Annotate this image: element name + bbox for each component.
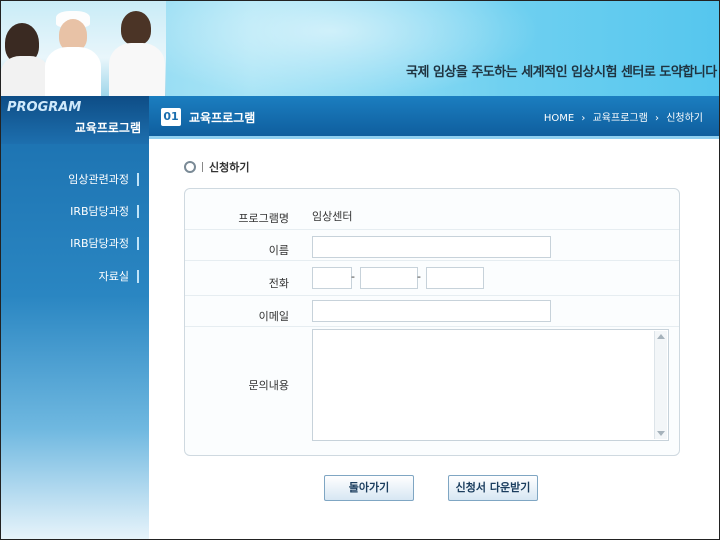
header-photo xyxy=(1,1,166,96)
textarea-scrollbar[interactable] xyxy=(654,331,667,439)
breadcrumb-program[interactable]: 교육프로그램 xyxy=(593,113,648,124)
header-slogan: 국제 임상을 주도하는 세계적인 임상시험 센터로 도약합니다 xyxy=(406,65,717,80)
scroll-up-icon[interactable] xyxy=(657,334,665,339)
circle-bullet-icon xyxy=(184,161,196,173)
sidebar-item-bar xyxy=(137,172,139,186)
program-value: 임상센터 xyxy=(312,210,353,223)
page-frame: 국제 임상을 주도하는 세계적인 임상시험 센터로 도약합니다 PROGRAM … xyxy=(0,0,720,540)
sidebar-item-bar xyxy=(137,269,139,283)
content-title: 교육프로그램 xyxy=(189,111,256,125)
form-row-program: 프로그램명 임상센터 xyxy=(185,189,679,230)
section-heading: 신청하기 xyxy=(184,159,249,175)
phone-input-1[interactable] xyxy=(312,267,352,289)
sidebar-item-label: IRB담당과정 xyxy=(70,237,129,250)
header-banner: 국제 임상을 주도하는 세계적인 임상시험 센터로 도약합니다 xyxy=(1,1,719,96)
form-row-name: 이름 xyxy=(185,230,679,261)
sidebar-item-label: 임상관련과정 xyxy=(68,173,129,186)
program-label: 프로그램명 xyxy=(238,212,289,225)
inquiry-textarea[interactable] xyxy=(312,329,669,441)
heading-divider xyxy=(202,162,203,172)
inquiry-label: 문의내용 xyxy=(248,379,289,392)
name-label: 이름 xyxy=(268,244,289,257)
sidebar-item-irb-course-1[interactable]: IRB담당과정 xyxy=(70,203,139,219)
sidebar-header: PROGRAM 교육프로그램 xyxy=(1,96,149,144)
person-body xyxy=(1,56,49,96)
sidebar-item-irb-course-2[interactable]: IRB담당과정 xyxy=(70,235,139,251)
breadcrumb-current: 신청하기 xyxy=(666,113,703,124)
sidebar-item-clinical-course[interactable]: 임상관련과정 xyxy=(68,171,139,187)
phone-input-3[interactable] xyxy=(426,267,484,289)
sidebar-item-bar xyxy=(137,236,139,250)
email-input[interactable] xyxy=(312,300,551,322)
form-row-email: 이메일 xyxy=(185,296,679,327)
name-input[interactable] xyxy=(312,236,551,258)
person-body xyxy=(45,47,101,96)
person-head xyxy=(121,11,151,45)
form-row-phone: 전화 - - xyxy=(185,261,679,296)
section-number-badge: 01 xyxy=(161,108,181,126)
back-button[interactable]: 돌아가기 xyxy=(324,475,414,501)
scroll-down-icon[interactable] xyxy=(657,431,665,436)
email-label: 이메일 xyxy=(258,310,289,323)
application-form: 프로그램명 임상센터 이름 전화 - - 이메일 문의내용 xyxy=(184,188,680,456)
sidebar-item-label: 자료실 xyxy=(98,270,129,283)
phone-separator: - xyxy=(417,270,421,283)
sidebar: PROGRAM 교육프로그램 임상관련과정 IRB담당과정 IRB담당과정 자료… xyxy=(1,96,149,539)
header-glow xyxy=(121,1,541,96)
content-title-bar: 01 교육프로그램 HOME › 교육프로그램 › 신청하기 xyxy=(149,96,719,139)
breadcrumb: HOME › 교육프로그램 › 신청하기 xyxy=(544,109,707,124)
sidebar-item-bar xyxy=(137,204,139,218)
person-body xyxy=(109,43,165,96)
download-application-button[interactable]: 신청서 다운받기 xyxy=(448,475,538,501)
phone-separator: - xyxy=(351,270,355,283)
breadcrumb-separator: › xyxy=(655,113,659,124)
sidebar-item-resources[interactable]: 자료실 xyxy=(99,268,139,284)
phone-label: 전화 xyxy=(268,277,289,290)
phone-input-2[interactable] xyxy=(360,267,418,289)
breadcrumb-separator: › xyxy=(581,113,586,124)
breadcrumb-home[interactable]: HOME xyxy=(544,113,574,124)
section-title: 신청하기 xyxy=(209,161,250,174)
sidebar-program-label: PROGRAM xyxy=(7,100,82,115)
sidebar-title: 교육프로그램 xyxy=(74,121,141,135)
sidebar-item-label: IRB담당과정 xyxy=(70,205,129,218)
